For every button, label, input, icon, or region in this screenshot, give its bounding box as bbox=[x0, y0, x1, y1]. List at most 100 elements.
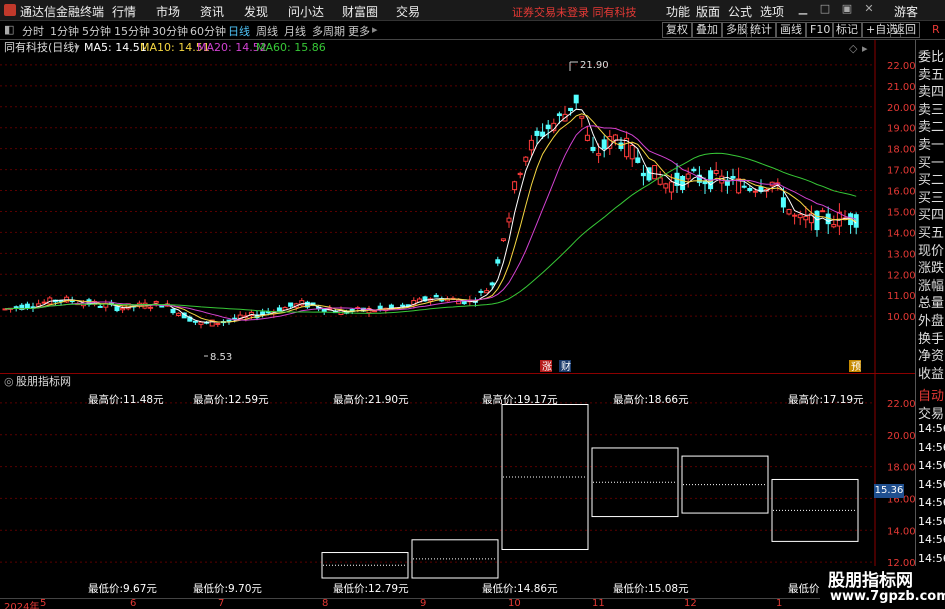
candle-body bbox=[523, 156, 529, 162]
menu-news[interactable]: 资讯 bbox=[200, 3, 224, 20]
tab-daily[interactable]: 日线 bbox=[228, 23, 250, 39]
close-icon[interactable]: ✕ bbox=[862, 2, 876, 16]
y-tick-label: 20.00 bbox=[887, 103, 915, 114]
stats-button[interactable]: 统计 bbox=[746, 22, 776, 38]
side-item[interactable]: 卖一 bbox=[918, 134, 945, 153]
main-chart-panel[interactable]: 22.00 21.00 20.00 19.00 18.00 17.00 16.00 15.00… bbox=[0, 40, 916, 373]
side-item[interactable]: 14:56 bbox=[918, 459, 945, 472]
y-tick-label: 15.00 bbox=[887, 207, 915, 218]
candle-body bbox=[153, 300, 159, 304]
side-item[interactable]: 委比 bbox=[918, 46, 945, 65]
candle-body bbox=[573, 94, 579, 104]
side-item[interactable]: 买一 bbox=[918, 152, 945, 171]
menu-layout[interactable]: 版面 bbox=[696, 3, 720, 20]
side-item[interactable]: 买三 bbox=[918, 187, 945, 206]
menu-wealth[interactable]: 财富圈 bbox=[342, 3, 378, 20]
side-item[interactable]: 净资 bbox=[918, 345, 945, 364]
side-item[interactable]: 买五 bbox=[918, 222, 945, 241]
indicator-toggle-icon[interactable]: ◎ bbox=[4, 375, 14, 388]
side-item[interactable]: 买四 bbox=[918, 204, 945, 223]
tab-timeshare[interactable]: 分时 bbox=[22, 23, 44, 39]
candle-body bbox=[260, 311, 266, 315]
tab-multi-period[interactable]: 多周期 bbox=[312, 23, 345, 39]
candle-body bbox=[640, 172, 646, 177]
tab-30min[interactable]: 30分钟 bbox=[152, 23, 188, 39]
indicator-svg[interactable]: 最高价:11.48元 最高价:12.59元 最高价:21.90元 最高价:19.17元… bbox=[0, 373, 916, 598]
f10-button[interactable]: F10 bbox=[806, 22, 835, 38]
side-item[interactable]: 卖四 bbox=[918, 81, 945, 100]
maximize-icon[interactable]: ▣ bbox=[840, 2, 854, 16]
y-tick-label: 12.00 bbox=[887, 270, 915, 281]
indicator-panel[interactable]: 最高价:11.48元 最高价:12.59元 最高价:21.90元 最高价:19.17元… bbox=[0, 373, 916, 598]
candle-body bbox=[41, 301, 47, 304]
side-item[interactable]: 卖三 bbox=[918, 99, 945, 118]
menu-function[interactable]: 功能 bbox=[666, 3, 690, 20]
high-price-label: 最高价:21.90元 bbox=[333, 393, 409, 406]
restore-icon[interactable]: □ bbox=[818, 2, 832, 16]
restore-rights-button[interactable]: 复权 bbox=[662, 22, 692, 38]
menu-market[interactable]: 市场 bbox=[156, 3, 180, 20]
side-item[interactable]: 收益 bbox=[918, 363, 945, 382]
ma10-line bbox=[4, 113, 857, 323]
candle-body bbox=[506, 217, 512, 223]
menu-formula[interactable]: 公式 bbox=[728, 3, 752, 20]
menu-ask[interactable]: 问小达 bbox=[288, 3, 324, 20]
high-price-label: 最高价:12.59元 bbox=[193, 393, 269, 406]
side-item[interactable]: 14:56 bbox=[918, 496, 945, 509]
side-item[interactable]: 14:56 bbox=[918, 478, 945, 491]
tab-5min[interactable]: 5分钟 bbox=[82, 23, 111, 39]
side-item[interactable]: 外盘 bbox=[918, 310, 945, 329]
overlay-button[interactable]: 叠加 bbox=[692, 22, 722, 38]
side-item[interactable]: 交易 bbox=[918, 403, 945, 422]
candle-body bbox=[176, 312, 182, 316]
candle-body bbox=[500, 238, 506, 242]
minimize-icon[interactable]: ▁ bbox=[796, 2, 810, 16]
mark-button[interactable]: 标记 bbox=[832, 22, 862, 38]
side-item[interactable]: 涨幅 bbox=[918, 275, 945, 294]
side-item[interactable]: 买二 bbox=[918, 169, 945, 188]
ma-toggle-icon[interactable]: ▾ bbox=[74, 41, 80, 54]
side-item[interactable]: 14:56 bbox=[918, 515, 945, 528]
tab-more[interactable]: 更多 bbox=[348, 23, 370, 39]
side-item[interactable]: 现价 bbox=[918, 240, 945, 259]
back-button[interactable]: 返回 bbox=[890, 22, 920, 38]
side-item[interactable]: 14:56 bbox=[918, 552, 945, 565]
candle-body bbox=[556, 113, 562, 117]
side-item[interactable]: 14:56 bbox=[918, 533, 945, 546]
side-item[interactable]: 14:56 bbox=[918, 422, 945, 435]
menu-discover[interactable]: 发现 bbox=[244, 3, 268, 20]
side-item[interactable]: 卖五 bbox=[918, 64, 945, 83]
guest-label[interactable]: 游客 bbox=[894, 3, 918, 20]
tab-monthly[interactable]: 月线 bbox=[284, 23, 306, 39]
menu-trade[interactable]: 交易 bbox=[396, 3, 420, 20]
login-notice: 证券交易未登录 同有科技 bbox=[512, 6, 637, 19]
side-item[interactable]: 卖二 bbox=[918, 116, 945, 135]
side-item[interactable]: 换手 bbox=[918, 328, 945, 347]
side-item[interactable]: 14:56 bbox=[918, 441, 945, 454]
tab-1min[interactable]: 1分钟 bbox=[50, 23, 79, 39]
candle-body bbox=[601, 139, 607, 149]
y-tick-label: 22.00 bbox=[887, 61, 915, 72]
quote-side-panel: 委比 卖五 卖四 卖三 卖二 卖一 买一 买二 买三 买四 买五 现价 涨跌 涨幅 总量 外盘 换手 净资 收益自动… bbox=[915, 40, 945, 600]
candle-body bbox=[24, 303, 30, 309]
draw-line-button[interactable]: 画线 bbox=[776, 22, 806, 38]
panel-arrow-icon[interactable]: ▸ bbox=[862, 42, 868, 55]
main-chart-svg[interactable]: 22.00 21.00 20.00 19.00 18.00 17.00 16.00 15.00… bbox=[0, 40, 916, 373]
collapse-icon[interactable]: ◧ bbox=[4, 23, 14, 36]
date-tick-label: 12 bbox=[684, 598, 697, 609]
side-item[interactable]: 总量 bbox=[918, 292, 945, 311]
menu-options[interactable]: 选项 bbox=[760, 3, 784, 20]
tab-15min[interactable]: 15分钟 bbox=[114, 23, 150, 39]
side-item[interactable]: 涨跌 bbox=[918, 257, 945, 276]
more-arrow-icon[interactable]: ▸ bbox=[372, 23, 378, 36]
app-logo-icon bbox=[4, 4, 16, 16]
ma-lines bbox=[4, 61, 857, 357]
candle-body bbox=[741, 185, 747, 188]
tab-weekly[interactable]: 周线 bbox=[256, 23, 278, 39]
settings-diamond-icon[interactable]: ◇ bbox=[849, 42, 858, 55]
menu-quotes[interactable]: 行情 bbox=[112, 3, 136, 20]
candle-body bbox=[13, 306, 19, 309]
side-item[interactable]: 自动 bbox=[918, 385, 945, 404]
y-tick-label: 13.00 bbox=[887, 249, 915, 260]
tab-60min[interactable]: 60分钟 bbox=[190, 23, 226, 39]
